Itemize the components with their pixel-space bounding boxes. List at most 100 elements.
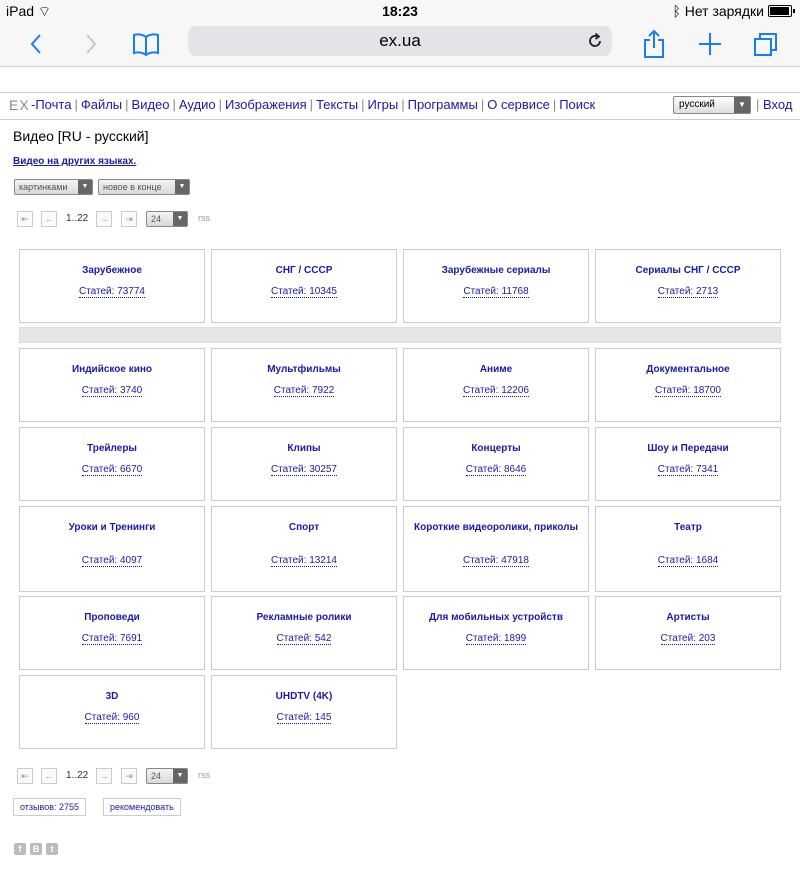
category-title[interactable]: Короткие видеоролики, приколы bbox=[412, 521, 580, 534]
category-card[interactable]: Уроки и Тренинги Статей: 4097 bbox=[19, 506, 205, 592]
category-title[interactable]: Шоу и Передачи bbox=[604, 442, 772, 455]
category-title[interactable]: Рекламные ролики bbox=[220, 611, 388, 624]
facebook-icon[interactable]: f bbox=[14, 843, 26, 855]
last-page-button[interactable]: ⇥ bbox=[121, 768, 137, 784]
new-tab-button[interactable] bbox=[694, 28, 726, 60]
category-count[interactable]: Статей: 203 bbox=[596, 633, 780, 645]
category-count[interactable]: Статей: 8646 bbox=[404, 464, 588, 476]
category-card[interactable]: Мультфильмы Статей: 7922 bbox=[211, 348, 397, 422]
category-title[interactable]: Зарубежное bbox=[28, 264, 196, 277]
category-title[interactable]: Аниме bbox=[412, 363, 580, 376]
category-count[interactable]: Статей: 1899 bbox=[404, 633, 588, 645]
category-card[interactable]: Трейлеры Статей: 6670 bbox=[19, 427, 205, 501]
nav-link-mail[interactable]: -Почта bbox=[31, 97, 71, 112]
per-page-select[interactable]: 24 ▼ bbox=[146, 768, 188, 784]
twitter-icon[interactable]: t bbox=[46, 843, 58, 855]
login-link[interactable]: | Вход bbox=[756, 93, 792, 117]
next-page-button[interactable]: → bbox=[96, 211, 112, 227]
address-bar[interactable]: ex.ua bbox=[188, 26, 612, 56]
category-card[interactable]: Зарубежные сериалы Статей: 11768 bbox=[403, 249, 589, 323]
per-page-select[interactable]: 24 ▼ bbox=[146, 211, 188, 227]
nav-link-games[interactable]: Игры bbox=[368, 97, 399, 112]
category-card[interactable]: Зарубежное Статей: 73774 bbox=[19, 249, 205, 323]
tabs-button[interactable] bbox=[750, 28, 782, 60]
nav-link-about[interactable]: О сервисе bbox=[487, 97, 550, 112]
category-count[interactable]: Статей: 960 bbox=[20, 712, 204, 724]
category-count[interactable]: Статей: 12206 bbox=[404, 385, 588, 397]
category-title[interactable]: Театр bbox=[604, 521, 772, 534]
nav-link-texts[interactable]: Тексты bbox=[316, 97, 358, 112]
category-card[interactable]: 3D Статей: 960 bbox=[19, 675, 205, 749]
view-mode-select[interactable]: картинками ▼ bbox=[14, 179, 93, 195]
category-count[interactable]: Статей: 6670 bbox=[20, 464, 204, 476]
category-title[interactable]: UHDTV (4K) bbox=[220, 690, 388, 703]
category-count[interactable]: Статей: 1684 bbox=[596, 555, 780, 567]
last-page-button[interactable]: ⇥ bbox=[121, 211, 137, 227]
category-count[interactable]: Статей: 10345 bbox=[212, 286, 396, 298]
category-title[interactable]: СНГ / СССР bbox=[220, 264, 388, 277]
first-page-button[interactable]: ⇤ bbox=[17, 768, 33, 784]
category-title[interactable]: Мультфильмы bbox=[220, 363, 388, 376]
category-title[interactable]: Индийское кино bbox=[28, 363, 196, 376]
category-card[interactable]: Спорт Статей: 13214 bbox=[211, 506, 397, 592]
reload-icon[interactable] bbox=[586, 32, 604, 50]
category-title[interactable]: Трейлеры bbox=[28, 442, 196, 455]
category-title[interactable]: Концерты bbox=[412, 442, 580, 455]
share-button[interactable] bbox=[638, 28, 670, 60]
first-page-button[interactable]: ⇤ bbox=[17, 211, 33, 227]
category-title[interactable]: Для мобильных устройств bbox=[412, 611, 580, 624]
category-card[interactable]: Индийское кино Статей: 3740 bbox=[19, 348, 205, 422]
nav-link-programs[interactable]: Программы bbox=[408, 97, 478, 112]
reviews-button[interactable]: отзывов: 2755 bbox=[13, 798, 87, 816]
category-count[interactable]: Статей: 30257 bbox=[212, 464, 396, 476]
category-title[interactable]: Артисты bbox=[604, 611, 772, 624]
category-card[interactable]: СНГ / СССР Статей: 10345 bbox=[211, 249, 397, 323]
prev-page-button[interactable]: ← bbox=[41, 768, 57, 784]
site-logo[interactable]: EX bbox=[9, 93, 30, 117]
category-count[interactable]: Статей: 11768 bbox=[404, 286, 588, 298]
category-card[interactable]: Для мобильных устройств Статей: 1899 bbox=[403, 596, 589, 670]
prev-page-button[interactable]: ← bbox=[41, 211, 57, 227]
category-card[interactable]: Документальное Статей: 18700 bbox=[595, 348, 781, 422]
category-title[interactable]: Уроки и Тренинги bbox=[28, 521, 196, 534]
category-title[interactable]: Сериалы СНГ / СССР bbox=[604, 264, 772, 277]
category-count[interactable]: Статей: 18700 bbox=[596, 385, 780, 397]
category-card[interactable]: UHDTV (4K) Статей: 145 bbox=[211, 675, 397, 749]
category-card[interactable]: Проповеди Статей: 7691 bbox=[19, 596, 205, 670]
category-title[interactable]: 3D bbox=[28, 690, 196, 703]
language-select[interactable]: русский ▼ bbox=[673, 96, 751, 114]
nav-link-files[interactable]: Файлы bbox=[81, 97, 122, 112]
back-button[interactable] bbox=[20, 28, 52, 60]
category-title[interactable]: Проповеди bbox=[28, 611, 196, 624]
vkontakte-icon[interactable]: B bbox=[30, 843, 42, 855]
next-page-button[interactable]: → bbox=[96, 768, 112, 784]
category-card[interactable]: Короткие видеоролики, приколы Статей: 479… bbox=[403, 506, 589, 592]
category-count[interactable]: Статей: 47918 bbox=[404, 555, 588, 567]
rss-link[interactable]: rss bbox=[198, 770, 210, 780]
category-count[interactable]: Статей: 3740 bbox=[20, 385, 204, 397]
category-title[interactable]: Спорт bbox=[220, 521, 388, 534]
category-card[interactable]: Театр Статей: 1684 bbox=[595, 506, 781, 592]
category-card[interactable]: Клипы Статей: 30257 bbox=[211, 427, 397, 501]
category-count[interactable]: Статей: 542 bbox=[212, 633, 396, 645]
nav-link-video[interactable]: Видео bbox=[132, 97, 170, 112]
category-card[interactable]: Рекламные ролики Статей: 542 bbox=[211, 596, 397, 670]
category-count[interactable]: Статей: 145 bbox=[212, 712, 396, 724]
category-card[interactable]: Артисты Статей: 203 bbox=[595, 596, 781, 670]
category-title[interactable]: Документальное bbox=[604, 363, 772, 376]
other-languages-link[interactable]: Видео на других языках. bbox=[13, 156, 136, 167]
category-card[interactable]: Аниме Статей: 12206 bbox=[403, 348, 589, 422]
category-card[interactable]: Концерты Статей: 8646 bbox=[403, 427, 589, 501]
category-count[interactable]: Статей: 13214 bbox=[212, 555, 396, 567]
bookmarks-button[interactable] bbox=[130, 28, 162, 60]
nav-link-search[interactable]: Поиск bbox=[559, 97, 595, 112]
category-count[interactable]: Статей: 7691 bbox=[20, 633, 204, 645]
category-title[interactable]: Зарубежные сериалы bbox=[412, 264, 580, 277]
sort-select[interactable]: новое в конце ▼ bbox=[98, 179, 190, 195]
nav-link-images[interactable]: Изображения bbox=[225, 97, 307, 112]
category-count[interactable]: Статей: 2713 bbox=[596, 286, 780, 298]
recommend-button[interactable]: рекомендовать bbox=[103, 798, 181, 816]
category-count[interactable]: Статей: 73774 bbox=[20, 286, 204, 298]
forward-button[interactable] bbox=[75, 28, 107, 60]
category-card[interactable]: Шоу и Передачи Статей: 7341 bbox=[595, 427, 781, 501]
